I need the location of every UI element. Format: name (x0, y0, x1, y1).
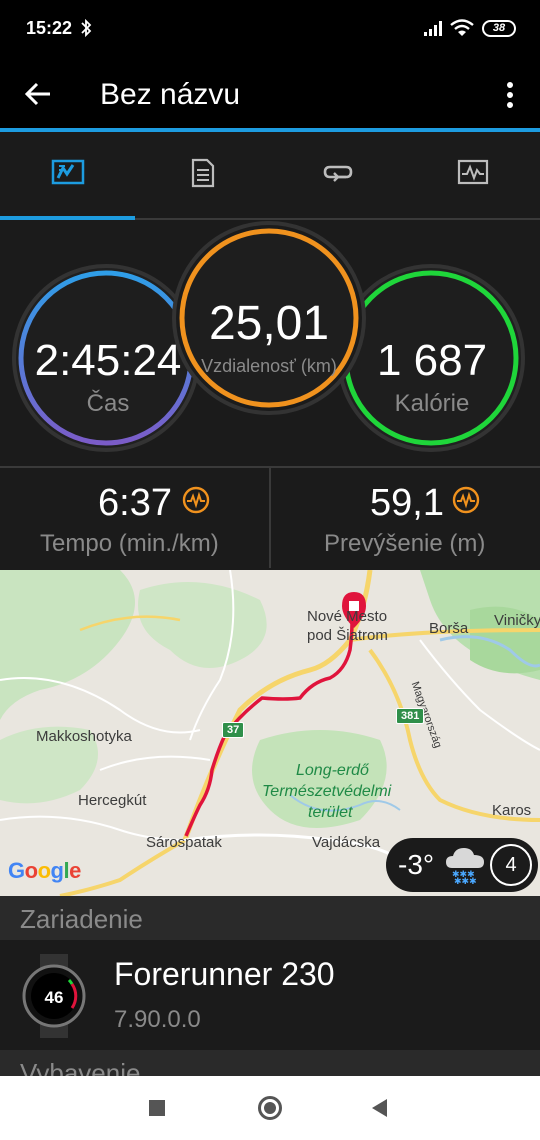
system-nav-bar (0, 1076, 540, 1140)
status-time: 15:22 (26, 18, 73, 38)
line-graph-icon (457, 159, 488, 185)
road-badge: 37 (222, 722, 245, 738)
distance-label: Vzdialenosť (km) (201, 356, 337, 376)
map-label: Nové Mesto (307, 608, 388, 625)
recents-icon[interactable] (149, 1100, 165, 1116)
device-name: Forerunner 230 (114, 956, 335, 992)
map-label: Long-erdő (296, 762, 369, 779)
map-label: Viničky (494, 612, 540, 629)
road-badge: 381 (396, 708, 425, 724)
weather-badge[interactable]: -3° ✱✱✱ ✱✱✱ 4 (386, 838, 538, 892)
section-title: Zariadenie (20, 904, 143, 934)
map-label: Természetvédelmi (262, 783, 392, 800)
gear-section-header: Vybavenie (0, 1050, 540, 1076)
back-arrow-icon[interactable] (24, 80, 52, 108)
document-list-icon (191, 158, 214, 188)
summary-stats: 2:45:24 Čas 25,01 Vzdialenosť (km) 1 687… (0, 220, 540, 468)
page-title: Bez názvu (100, 78, 241, 111)
weather-temperature: -3° (398, 849, 435, 880)
elevation-value: 59,1 (370, 482, 444, 524)
distance-value: 25,01 (208, 297, 330, 350)
tempo-label: Tempo (min./km) (40, 530, 219, 557)
stats-divider (269, 468, 271, 568)
map-label: Sárospatak (146, 834, 222, 851)
tab-charts[interactable] (405, 136, 540, 218)
snow-cloud-icon: ✱✱✱ ✱✱✱ (446, 848, 484, 884)
wind-indicator: 4 (490, 844, 532, 886)
status-bar: 15:22 38 (0, 0, 540, 56)
tempo-value: 6:37 (98, 482, 172, 524)
tab-overview[interactable] (0, 136, 135, 220)
route-map[interactable]: Nové Mesto pod Šiatrom Borša Viničky Mag… (0, 570, 540, 896)
secondary-stats: 6:37 Tempo (min./km) 59,1 Prevýšenie (m) (0, 468, 540, 568)
more-options-icon[interactable] (499, 80, 521, 110)
system-back-icon[interactable] (372, 1099, 387, 1117)
loop-arrows-icon (323, 165, 352, 182)
device-section-header: Zariadenie (0, 896, 540, 940)
map-label: pod Šiatrom (307, 627, 388, 644)
time-label: Čas (86, 390, 130, 417)
section-title: Vybavenie (20, 1058, 141, 1076)
calories-label: Kalórie (394, 390, 470, 417)
home-icon[interactable] (258, 1096, 282, 1120)
overview-chart-icon (51, 159, 84, 185)
pulse-icon (182, 486, 210, 514)
wifi-icon (450, 19, 474, 36)
map-label: Vajdácska (312, 834, 381, 851)
tab-details[interactable] (135, 136, 270, 218)
tab-laps[interactable] (270, 136, 405, 218)
pulse-icon (452, 486, 480, 514)
battery-icon: 38 (482, 20, 516, 37)
google-logo: Google (8, 858, 81, 883)
map-label: Makkoshotyka (36, 728, 132, 745)
activity-screen: 15:22 38 Bez názvu 2:45:24 Čas 25,01 Vzd… (0, 0, 540, 1140)
map-label: Karos (492, 802, 532, 819)
svg-text:✱✱✱: ✱✱✱ (454, 877, 477, 884)
calories-value: 1 687 (376, 336, 488, 385)
time-value: 2:45:24 (34, 336, 182, 385)
signal-icon (424, 21, 442, 36)
bluetooth-icon (81, 18, 92, 38)
watch-icon: 46 (22, 954, 86, 1038)
device-version: 7.90.0.0 (114, 1006, 201, 1033)
tab-bar (0, 136, 540, 220)
app-bar: Bez názvu (0, 56, 540, 132)
device-row[interactable]: 46 Forerunner 230 7.90.0.0 (0, 940, 540, 1050)
map-label: Hercegkút (78, 792, 147, 809)
watch-display: 46 (45, 988, 64, 1007)
map-label: terület (308, 804, 353, 821)
elevation-label: Prevýšenie (m) (324, 530, 486, 557)
map-label: Borša (429, 620, 469, 637)
